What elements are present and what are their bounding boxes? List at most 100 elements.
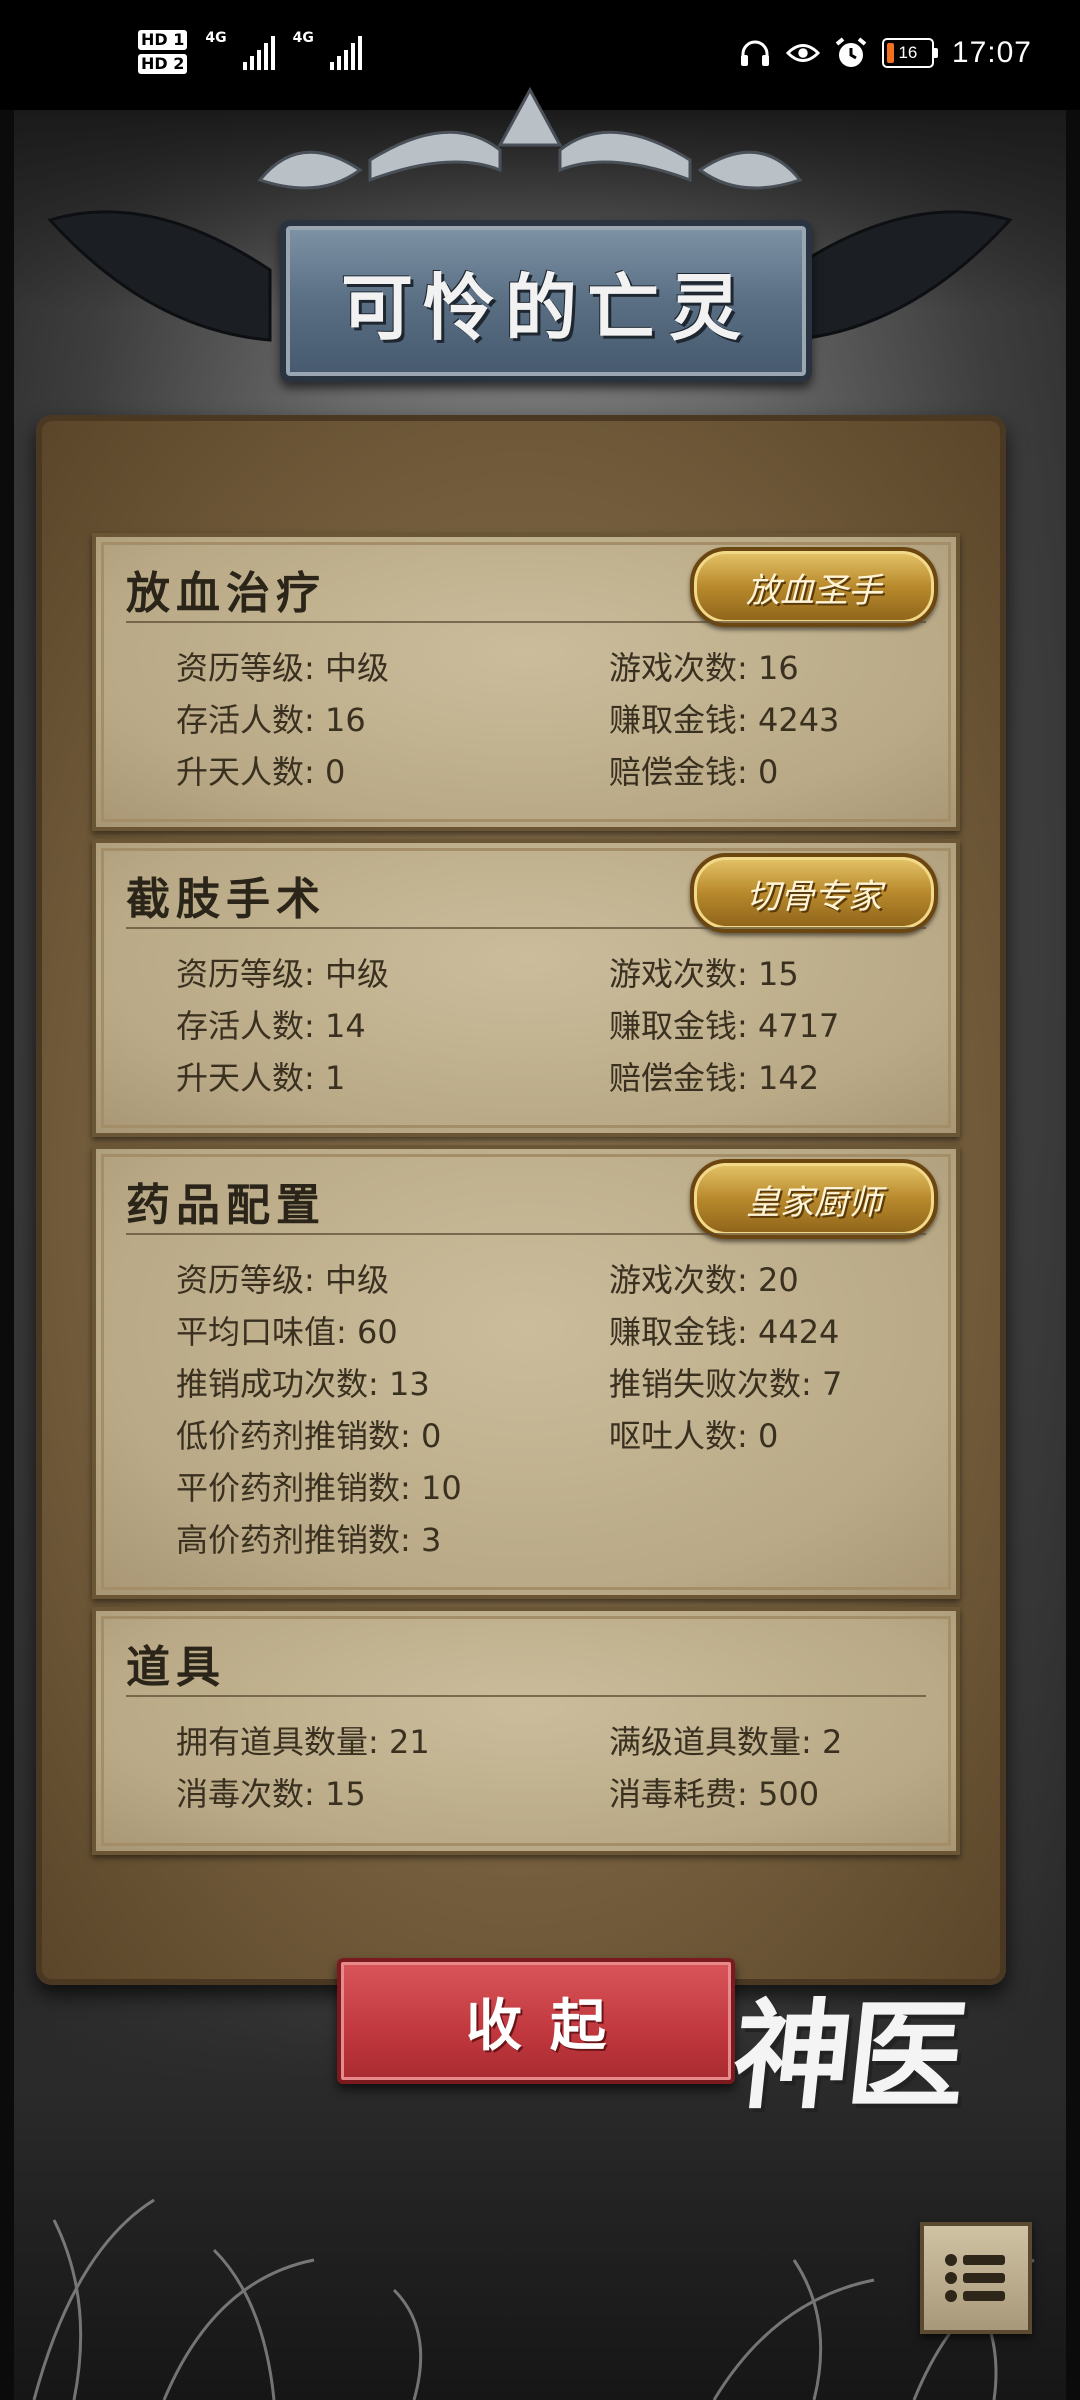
stat-item: 存活人数: 14 [176, 1007, 366, 1045]
stat-item: 资历等级: 中级 [176, 649, 389, 687]
stat-value: 16 [324, 701, 366, 739]
stat-item: 赔偿金钱: 0 [609, 753, 779, 791]
stat-value: 0 [420, 1417, 442, 1455]
stat-item: 升天人数: 1 [176, 1059, 346, 1097]
stat-item: 推销成功次数: 13 [176, 1365, 430, 1403]
sim-indicators: HD 1 HD 2 [138, 30, 188, 74]
battery-icon: 16 [881, 38, 938, 68]
collapse-button-label: 收起 [466, 1992, 634, 2059]
stat-value: 中级 [324, 1261, 389, 1299]
stat-item: 赚取金钱: 4243 [609, 701, 840, 739]
stat-label: 赔偿金钱 [609, 1059, 738, 1097]
stat-item: 资历等级: 中级 [176, 1261, 389, 1299]
section-amputation: 截肢手术 切骨专家 资历等级: 中级 游戏次数: 15 存活人数: 14 赚取金… [92, 839, 960, 1137]
stat-item: 升天人数: 0 [176, 753, 346, 791]
badge-label: 皇家厨师 [746, 1182, 882, 1223]
stat-value: 10 [420, 1469, 462, 1507]
stat-label: 游戏次数 [609, 1261, 738, 1299]
game-logo: 神医 [726, 1986, 970, 2125]
stat-label: 高价药剂推销数 [176, 1521, 401, 1559]
stat-value: 3 [420, 1521, 442, 1559]
stat-item: 赔偿金钱: 142 [609, 1059, 820, 1097]
stat-item: 高价药剂推销数: 3 [176, 1521, 442, 1559]
stat-item: 满级道具数量: 2 [609, 1723, 843, 1761]
stat-label: 呕吐人数 [609, 1417, 738, 1455]
stat-label: 推销成功次数 [176, 1365, 369, 1403]
badge-label: 切骨专家 [746, 876, 882, 917]
stat-value: 500 [757, 1775, 820, 1813]
headphones-icon [738, 36, 772, 70]
stat-label: 升天人数 [176, 753, 305, 791]
stat-label: 升天人数 [176, 1059, 305, 1097]
battery-level: 16 [898, 43, 918, 62]
stat-value: 2 [821, 1723, 843, 1761]
divider [126, 1695, 926, 1697]
achievement-badge: 切骨专家 [690, 853, 938, 933]
achievement-badge: 皇家厨师 [690, 1159, 938, 1239]
stat-value: 1 [324, 1059, 346, 1097]
stat-label: 赚取金钱 [609, 701, 738, 739]
stat-value: 4243 [757, 701, 840, 739]
stat-value: 16 [757, 649, 799, 687]
stat-item: 存活人数: 16 [176, 701, 366, 739]
signal-icon [242, 34, 275, 70]
sim1-indicator: HD 1 [138, 30, 188, 50]
collapse-button[interactable]: 收起 [337, 1958, 735, 2084]
stat-item: 拥有道具数量: 21 [176, 1723, 430, 1761]
stat-label: 赔偿金钱 [609, 753, 738, 791]
badge-label: 放血圣手 [746, 570, 882, 611]
stats-parchment: 放血治疗 放血圣手 资历等级: 中级 游戏次数: 16 存活人数: 16 赚取金… [36, 415, 1006, 1985]
achievement-badge: 放血圣手 [690, 547, 938, 627]
stat-value: 0 [757, 1417, 779, 1455]
title-plate: 可怜的亡灵 [280, 220, 812, 382]
section-title: 截肢手术 [126, 874, 326, 925]
section-title: 药品配置 [126, 1180, 326, 1231]
section-title: 道具 [126, 1642, 226, 1693]
stat-item: 推销失败次数: 7 [609, 1365, 843, 1403]
stat-label: 推销失败次数 [609, 1365, 802, 1403]
stat-item: 呕吐人数: 0 [609, 1417, 779, 1455]
stat-label: 消毒次数 [176, 1775, 305, 1813]
signal-icon [329, 34, 362, 70]
stat-label: 存活人数 [176, 1007, 305, 1045]
stat-value: 4424 [757, 1313, 840, 1351]
clock: 17:07 [951, 36, 1032, 69]
stat-label: 平均口味值 [176, 1313, 337, 1351]
stat-item: 游戏次数: 16 [609, 649, 799, 687]
stat-item: 赚取金钱: 4424 [609, 1313, 840, 1351]
section-items: 道具 拥有道具数量: 21 满级道具数量: 2 消毒次数: 15 消毒耗费: 5… [92, 1607, 960, 1855]
stat-item: 消毒次数: 15 [176, 1775, 366, 1813]
stat-value: 0 [757, 753, 779, 791]
stat-label: 游戏次数 [609, 649, 738, 687]
stat-label: 满级道具数量 [609, 1723, 802, 1761]
divider [126, 1233, 926, 1235]
stat-label: 消毒耗费 [609, 1775, 738, 1813]
stat-value: 4717 [757, 1007, 840, 1045]
stat-label: 资历等级 [176, 649, 305, 687]
stat-label: 游戏次数 [609, 955, 738, 993]
stat-item: 消毒耗费: 500 [609, 1775, 820, 1813]
stat-value: 15 [757, 955, 799, 993]
menu-button[interactable] [920, 2222, 1032, 2334]
stat-value: 20 [757, 1261, 799, 1299]
stat-value: 15 [324, 1775, 366, 1813]
stat-label: 平价药剂推销数 [176, 1469, 401, 1507]
stat-label: 低价药剂推销数 [176, 1417, 401, 1455]
stat-value: 中级 [324, 955, 389, 993]
stat-item: 游戏次数: 15 [609, 955, 799, 993]
stat-value: 142 [757, 1059, 820, 1097]
stat-item: 平均口味值: 60 [176, 1313, 398, 1351]
divider [126, 927, 926, 929]
stat-value: 60 [356, 1313, 398, 1351]
stat-item: 资历等级: 中级 [176, 955, 389, 993]
list-menu-icon [945, 2254, 1005, 2302]
stat-label: 资历等级 [176, 1261, 305, 1299]
stat-label: 赚取金钱 [609, 1313, 738, 1351]
stat-label: 赚取金钱 [609, 1007, 738, 1045]
stat-item: 游戏次数: 20 [609, 1261, 799, 1299]
stat-label: 拥有道具数量 [176, 1723, 369, 1761]
status-bar-right: 16 17:07 [738, 36, 1032, 70]
eye-icon [785, 36, 820, 70]
stat-label: 存活人数 [176, 701, 305, 739]
section-bloodletting: 放血治疗 放血圣手 资历等级: 中级 游戏次数: 16 存活人数: 16 赚取金… [92, 533, 960, 831]
